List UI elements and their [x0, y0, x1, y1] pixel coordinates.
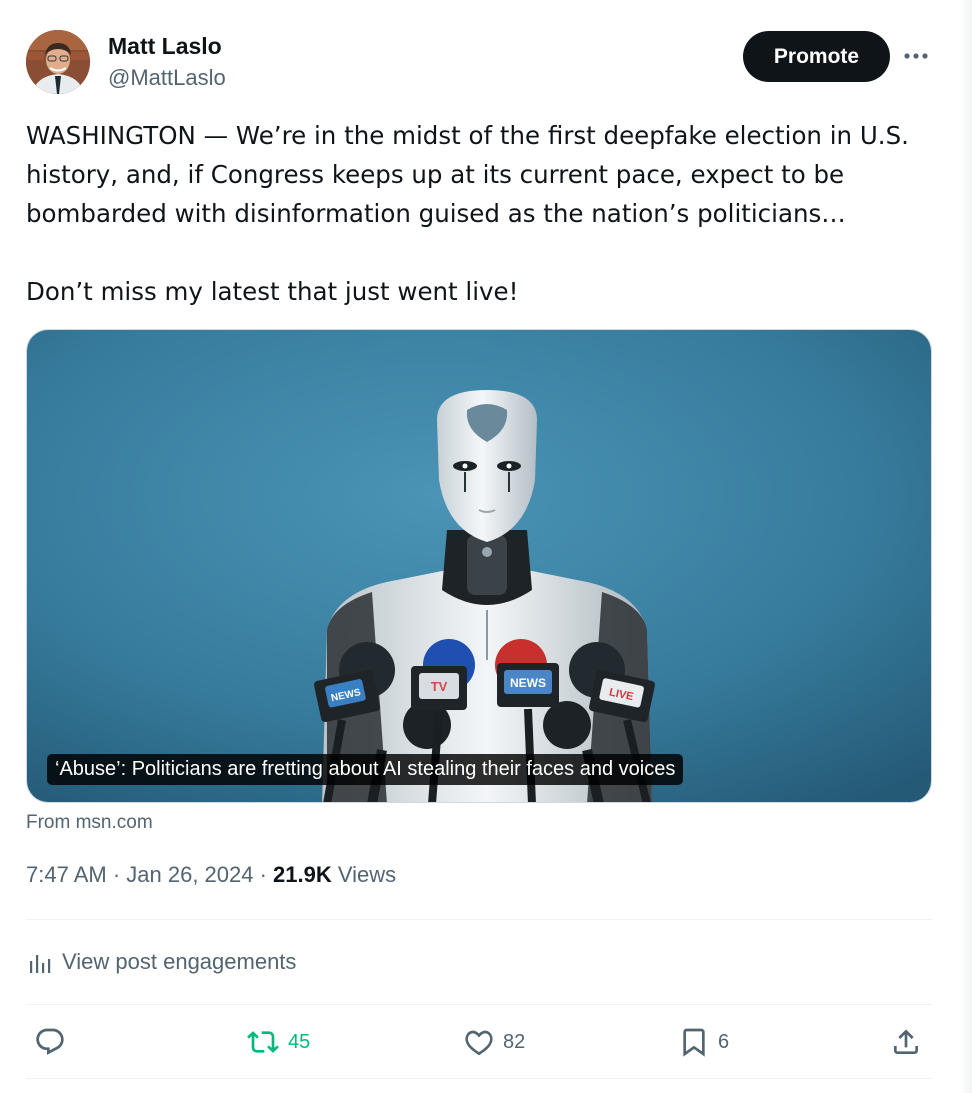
- post-paragraph: Don’t miss my latest that just went live…: [26, 277, 519, 306]
- mic-label: NEWS: [510, 676, 546, 690]
- analytics-icon: [30, 955, 51, 973]
- divider: [26, 919, 932, 920]
- reply-icon: [36, 1028, 64, 1055]
- author-handle[interactable]: @MattLaslo: [108, 65, 226, 91]
- bookmark-button[interactable]: 6: [678, 1024, 729, 1060]
- retweet-count: 45: [288, 1030, 311, 1053]
- share-icon: [894, 1029, 918, 1054]
- retweet-button[interactable]: 45: [246, 1024, 310, 1060]
- like-button[interactable]: 82: [463, 1024, 525, 1060]
- view-engagements-label: View post engagements: [62, 949, 297, 974]
- avatar-photo: [26, 30, 90, 94]
- retweet-icon: [247, 1031, 279, 1053]
- more-options-button[interactable]: [898, 38, 934, 74]
- card-image: NEWS TV NEWS LIVE: [27, 330, 931, 802]
- more-horizontal-icon: [904, 53, 928, 59]
- bookmark-icon: [683, 1028, 705, 1057]
- promote-button[interactable]: Promote: [743, 31, 890, 82]
- post-text: WASHINGTON — We’re in the midst of the f…: [26, 116, 941, 311]
- divider: [26, 1004, 932, 1005]
- mic-news-center: NEWS: [497, 663, 559, 707]
- author-avatar[interactable]: [26, 30, 90, 94]
- mic-label: TV: [431, 679, 448, 694]
- post: Matt Laslo @MattLaslo Promote WASHINGTON…: [0, 0, 972, 1093]
- post-timestamp[interactable]: 7:47 AM · Jan 26, 2024 ·: [26, 862, 273, 887]
- reply-button[interactable]: [34, 1024, 66, 1060]
- scroll-edge: [960, 0, 972, 1093]
- card-caption[interactable]: ‘Abuse’: Politicians are fretting about …: [47, 754, 684, 785]
- views-label: Views: [331, 862, 397, 887]
- mic-tv: TV: [411, 666, 467, 710]
- share-button[interactable]: [890, 1024, 922, 1060]
- view-engagements-link[interactable]: View post engagements: [28, 946, 296, 978]
- heart-icon: [465, 1030, 493, 1056]
- author-name[interactable]: Matt Laslo: [108, 33, 222, 60]
- bookmark-count: 6: [718, 1030, 730, 1053]
- divider: [26, 1078, 932, 1079]
- like-count: 82: [503, 1030, 526, 1053]
- link-card[interactable]: NEWS TV NEWS LIVE ‘Abuse’: Politicians a…: [26, 329, 932, 803]
- post-meta: 7:47 AM · Jan 26, 2024 · 21.9K Views: [26, 862, 396, 888]
- views-count: 21.9K: [273, 862, 332, 887]
- post-paragraph: WASHINGTON — We’re in the midst of the f…: [26, 121, 909, 228]
- card-source[interactable]: From msn.com: [26, 812, 153, 834]
